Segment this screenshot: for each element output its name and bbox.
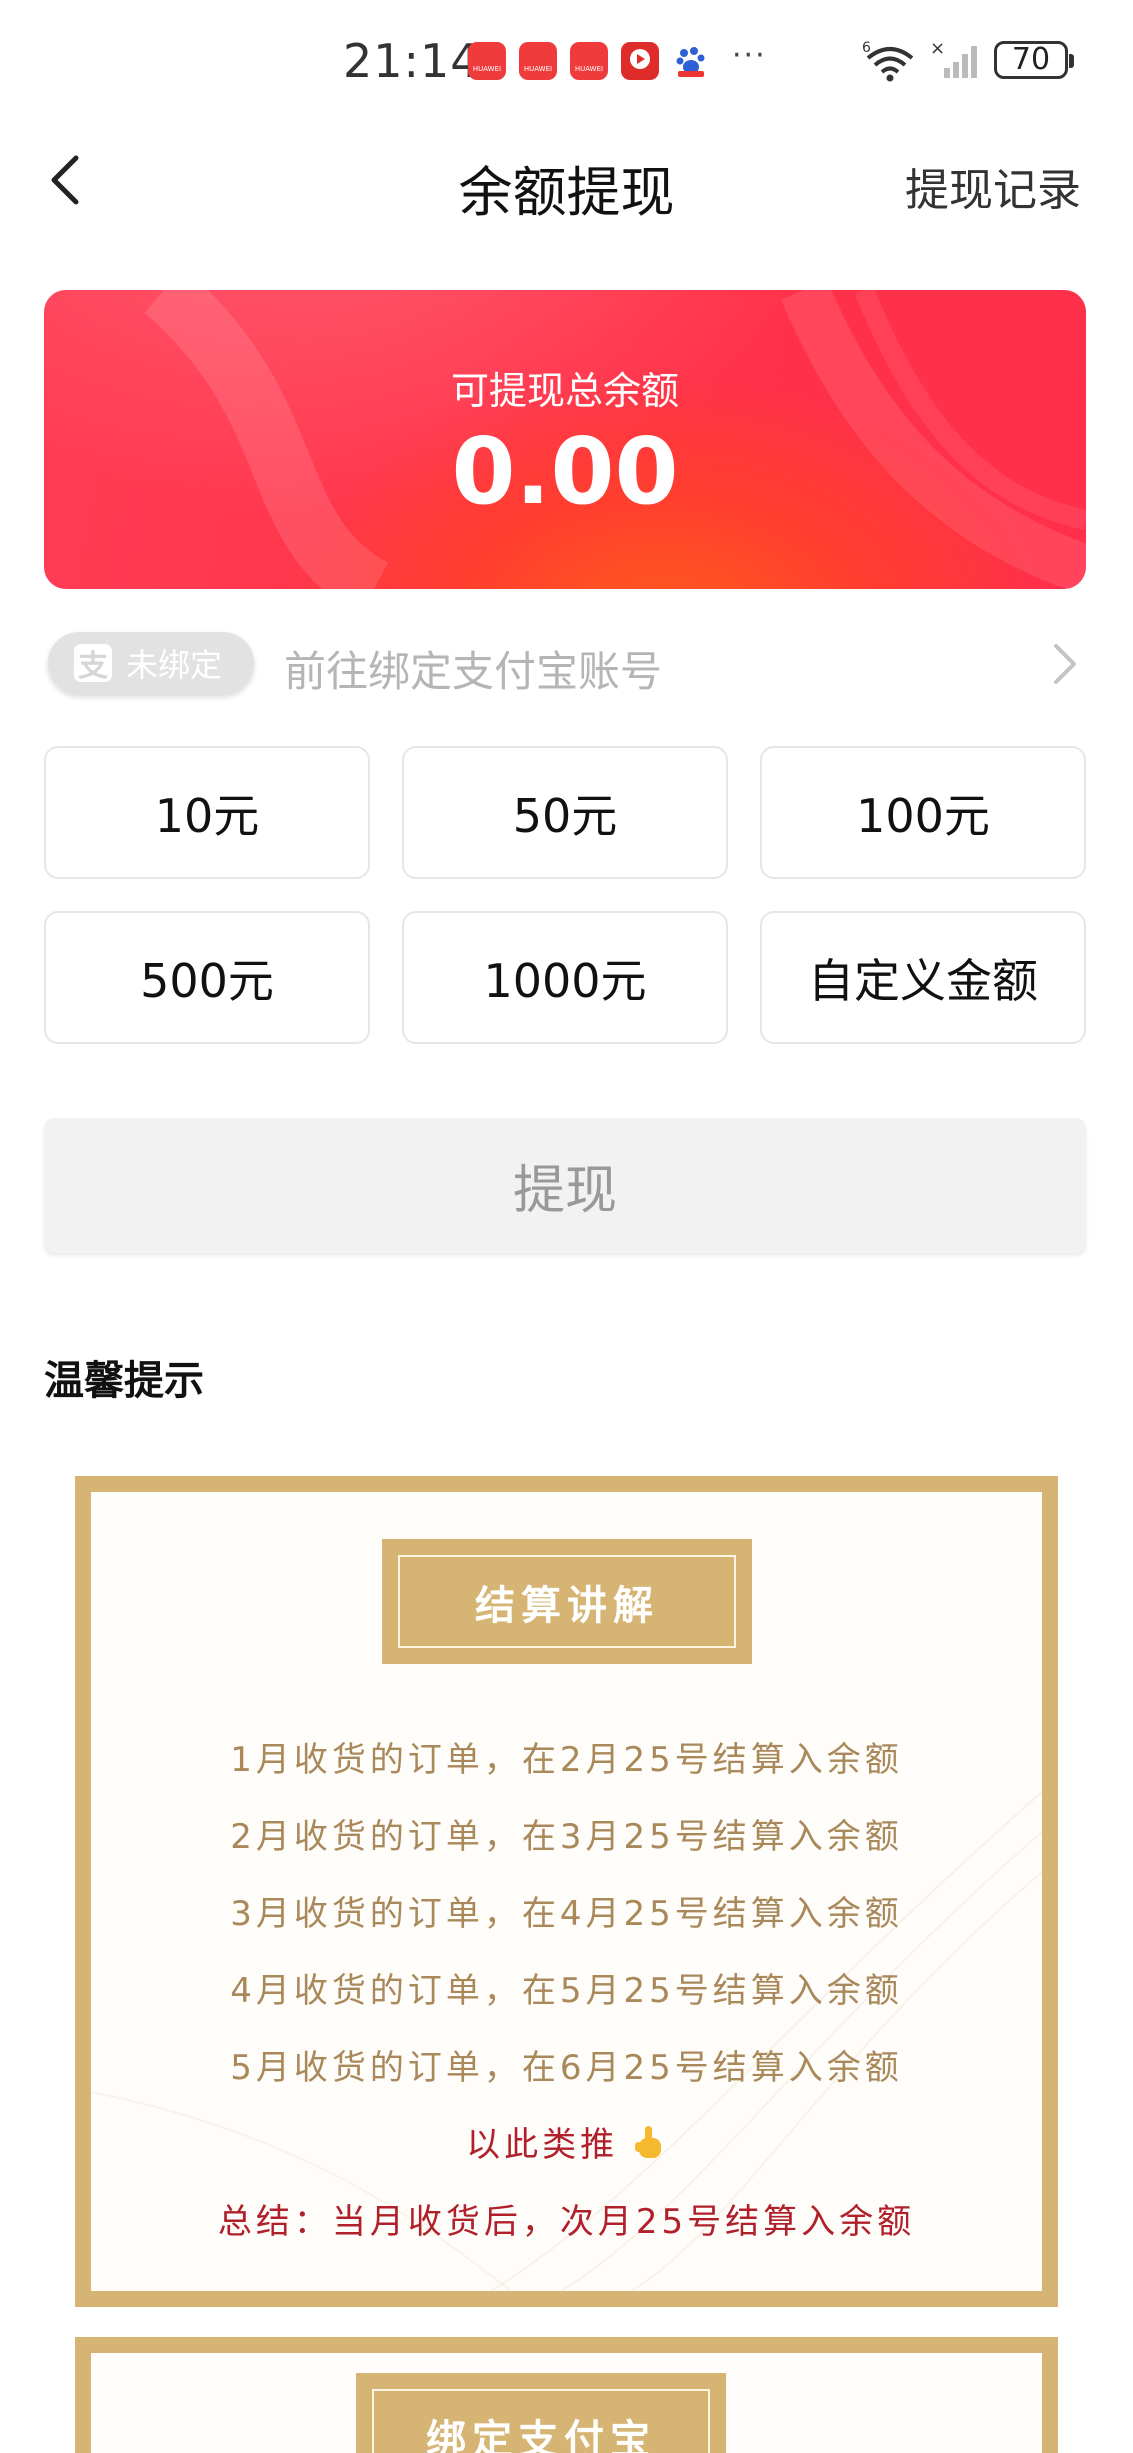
status-bar: 21:14 HUAWEI HUAWEI HUAWEI ··· 6 × 70 <box>0 0 1133 120</box>
network-label: 6 <box>862 40 871 56</box>
withdraw-record-link[interactable]: 提现记录 <box>905 154 1081 218</box>
bind-alipay-row[interactable]: 支 未绑定 前往绑定支付宝账号 <box>44 630 1086 700</box>
unbound-badge-label: 未绑定 <box>126 646 223 684</box>
settlement-explanation-card: 结算讲解 1月收货的订单，在2月25号结算入余额 2月收货的订单，在3月25号结… <box>75 1476 1058 2307</box>
bind-alipay-prompt[interactable]: 前往绑定支付宝账号 <box>284 638 662 699</box>
status-app-icons: HUAWEI HUAWEI HUAWEI <box>468 42 710 80</box>
huawei-store-icon: HUAWEI <box>519 42 557 80</box>
amount-option-50[interactable]: 50元 <box>402 746 728 879</box>
rule-line: 1月收货的订单，在2月25号结算入余额 <box>230 1740 903 1780</box>
bind-alipay-card: 绑定支付宝 <box>75 2337 1058 2453</box>
unbound-badge: 支 未绑定 <box>48 632 254 694</box>
huawei-store-icon: HUAWEI <box>468 42 506 80</box>
settlement-header-label: 结算讲解 <box>398 1555 736 1648</box>
balance-label: 可提现总余额 <box>450 369 679 413</box>
rule-line: 2月收货的订单，在3月25号结算入余额 <box>230 1817 903 1857</box>
signal-icon: × <box>930 38 977 78</box>
status-time: 21:14 <box>343 34 481 88</box>
chevron-right-icon[interactable] <box>1046 638 1082 690</box>
amount-option-10[interactable]: 10元 <box>44 746 370 879</box>
bind-alipay-header-label: 绑定支付宝 <box>372 2389 710 2453</box>
pointing-hand-icon <box>634 2126 661 2158</box>
rule-line: 5月收货的订单，在6月25号结算入余额 <box>230 2048 903 2088</box>
rule-line: 3月收货的订单，在4月25号结算入余额 <box>230 1894 903 1934</box>
amount-option-100[interactable]: 100元 <box>760 746 1086 879</box>
rule-summary: 总结：当月收货后，次月25号结算入余额 <box>217 2202 916 2242</box>
settlement-header: 结算讲解 <box>382 1539 752 1664</box>
rule-line: 4月收货的订单，在5月25号结算入余额 <box>230 1971 903 2011</box>
amount-option-custom[interactable]: 自定义金额 <box>760 911 1086 1044</box>
status-indicators: 6 × 70 <box>862 38 1074 82</box>
wifi-icon: 6 <box>862 40 914 82</box>
bind-alipay-header: 绑定支付宝 <box>356 2373 726 2453</box>
svg-text:×: × <box>930 38 945 59</box>
more-notifications-icon: ··· <box>732 38 767 73</box>
amount-option-500[interactable]: 500元 <box>44 911 370 1044</box>
balance-card: 可提现总余额 0.00 <box>44 290 1086 589</box>
settlement-rules: 1月收货的订单，在2月25号结算入余额 2月收货的订单，在3月25号结算入余额 … <box>91 1722 1042 2261</box>
alipay-icon: 支 <box>74 644 112 684</box>
amount-option-1000[interactable]: 1000元 <box>402 911 728 1044</box>
battery-indicator: 70 <box>994 41 1074 79</box>
amount-options: 10元 50元 100元 500元 1000元 自定义金额 <box>44 746 1086 1044</box>
tips-title: 温馨提示 <box>44 1358 204 1404</box>
huawei-store-icon: HUAWEI <box>570 42 608 80</box>
withdraw-button[interactable]: 提现 <box>44 1118 1086 1253</box>
video-app-icon <box>621 42 659 80</box>
rule-etc-line: 以此类推 <box>91 2107 1042 2184</box>
nav-bar: 余额提现 提现记录 <box>0 130 1133 230</box>
baidu-paw-icon <box>672 42 710 80</box>
rule-etc-text: 以此类推 <box>466 2125 619 2165</box>
balance-amount: 0.00 <box>451 418 679 525</box>
